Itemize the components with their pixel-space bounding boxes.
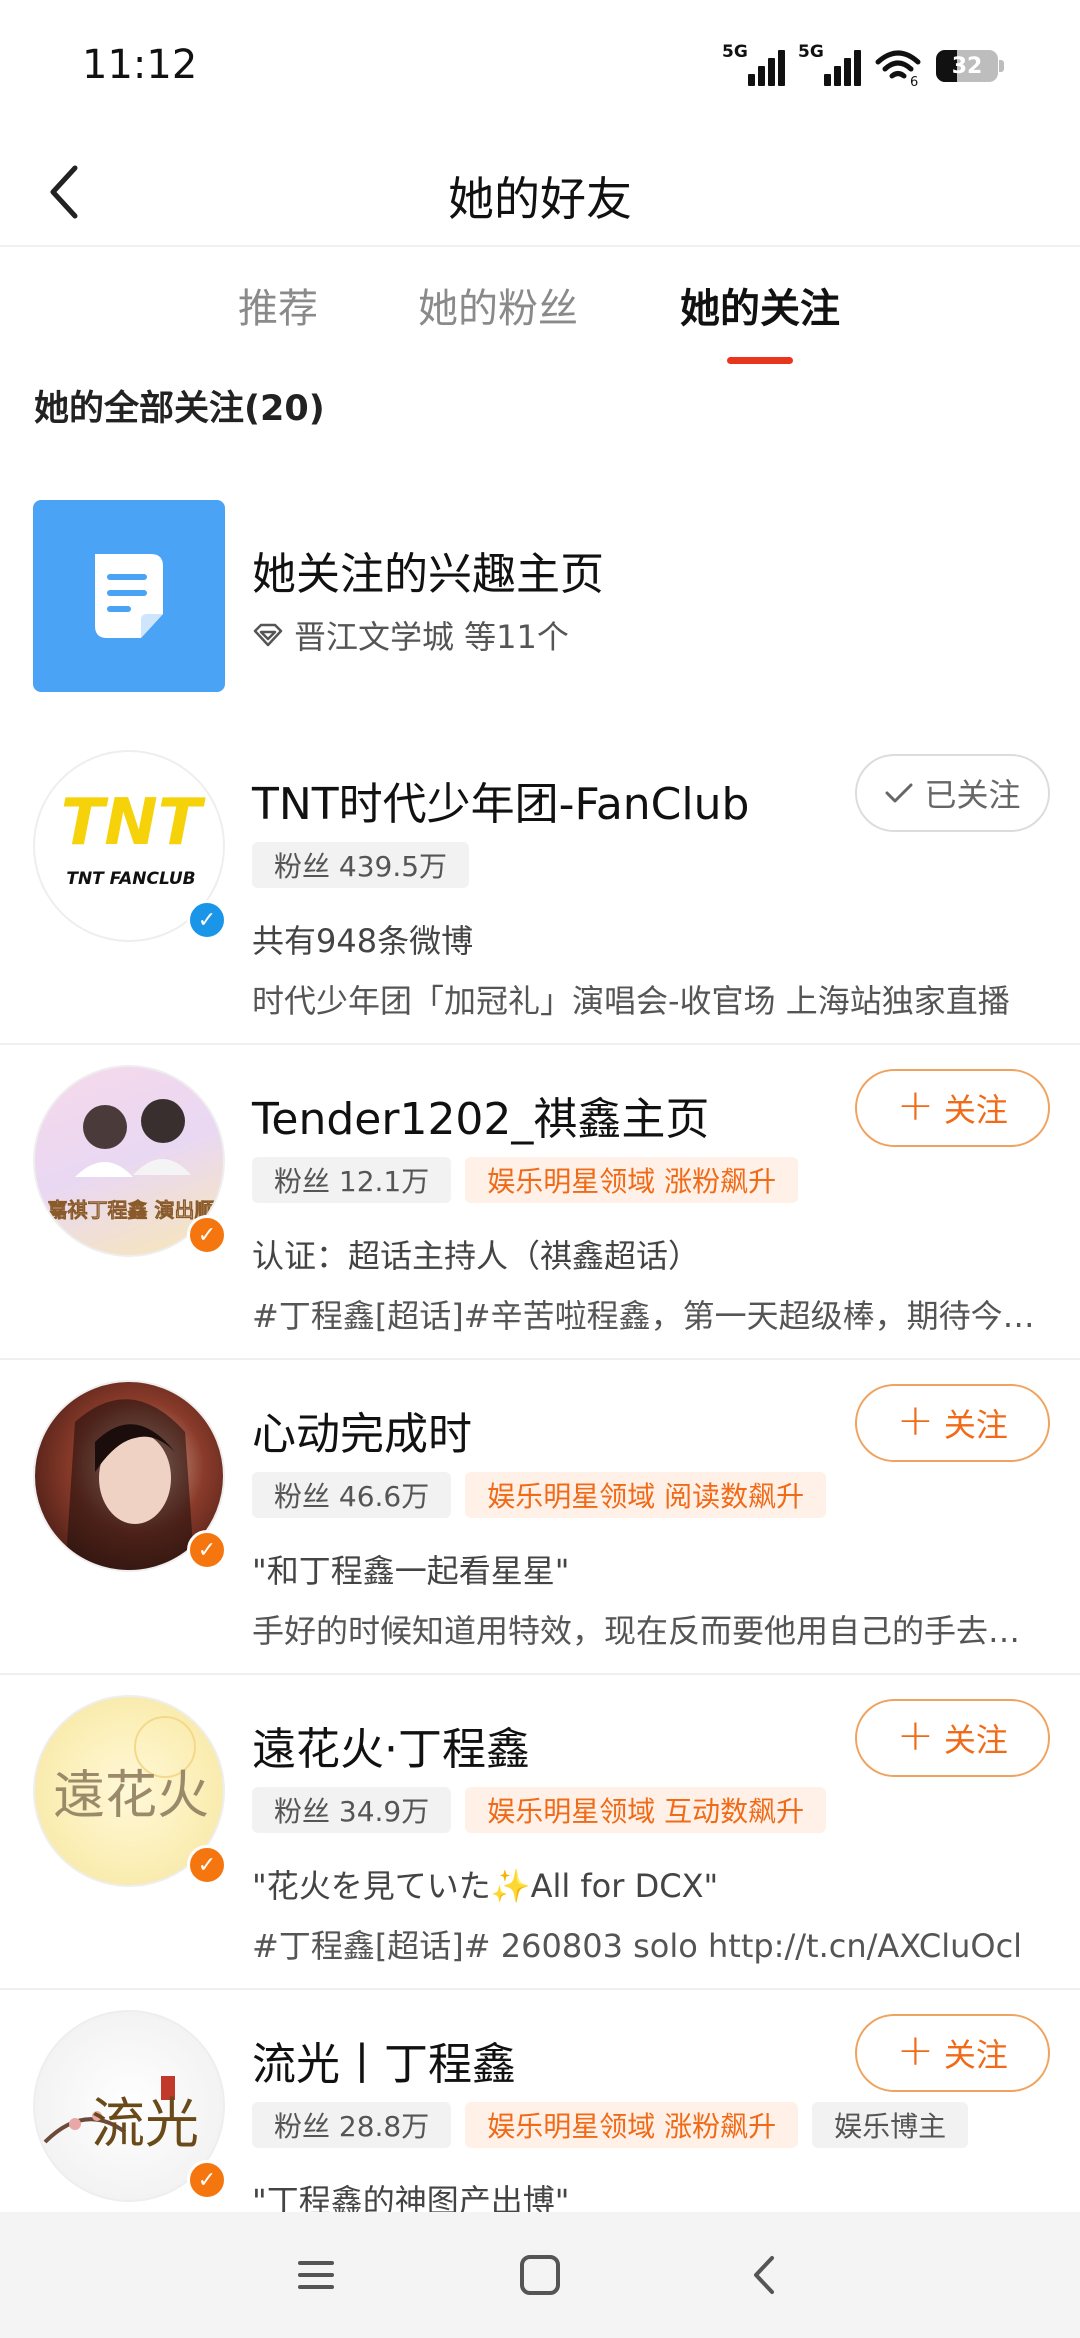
trend-tag: 娱乐明星领域 涨粉飙升 — [465, 2102, 799, 2148]
user-name[interactable]: 心动完成时 — [252, 1398, 472, 1462]
avatar-caption: 流光 — [91, 2092, 199, 2155]
interest-cover — [33, 500, 225, 692]
tab-recommend[interactable]: 推荐 — [238, 276, 318, 334]
tab-bar: 推荐 她的粉丝 她的关注 — [0, 250, 1080, 364]
user-latest-post: #丁程鑫[超话]# 260803 solo http://t.cn/AXCluO… — [252, 1927, 1023, 1965]
plus-icon: + — [897, 1710, 934, 1761]
followers-tag: 粉丝 28.8万 — [252, 2102, 452, 2148]
user-row[interactable]: 马嘉祺丁程鑫 演出顺利 ✓ Tender1202_祺鑫主页 粉丝 12.1万 娱… — [0, 1045, 1080, 1360]
follow-button[interactable]: + 关注 — [855, 1069, 1050, 1147]
interest-subtitle-text: 晋江文学城 等11个 — [294, 618, 569, 656]
follow-button[interactable]: + 关注 — [855, 1699, 1050, 1777]
interest-pages-row[interactable]: 她关注的兴趣主页 晋江文学城 等11个 — [0, 500, 1080, 700]
section-title: 她的全部关注(20) — [34, 389, 325, 429]
plus-icon: + — [897, 1395, 934, 1446]
interest-title: 她关注的兴趣主页 — [252, 549, 604, 600]
wifi-icon: 6 — [874, 46, 922, 90]
status-bar: 11:12 5G 5G 6 32 — [0, 0, 1080, 135]
clock: 11:12 — [82, 42, 198, 88]
menu-button[interactable] — [283, 2242, 349, 2308]
user-name[interactable]: 流光丨丁程鑫 — [252, 2028, 516, 2092]
verified-badge: ✓ — [187, 1215, 227, 1255]
interest-subtitle: 晋江文学城 等11个 — [252, 612, 569, 658]
back-nav-button[interactable] — [731, 2242, 797, 2308]
verified-badge: ✓ — [187, 900, 227, 940]
plus-icon: + — [897, 1080, 934, 1131]
user-latest-post: 手好的时候知道用特效，现在反而要他用自己的手去比划 — [252, 1612, 1042, 1650]
user-name[interactable]: TNT时代少年团-FanClub — [252, 768, 749, 832]
page-title: 她的好友 — [448, 172, 632, 226]
trend-tag: 娱乐明星领域 阅读数飙升 — [465, 1472, 827, 1518]
user-tags: 粉丝 28.8万 娱乐明星领域 涨粉飙升 娱乐博主 — [252, 2102, 969, 2148]
verified-badge: ✓ — [187, 1530, 227, 1570]
trend-tag: 娱乐明星领域 涨粉飙升 — [465, 1157, 799, 1203]
user-latest-post: #丁程鑫[超话]#辛苦啦程鑫，第一天超级棒，期待今天的演出 — [252, 1297, 1042, 1335]
wifi-label: 6 — [910, 75, 918, 86]
system-nav-bar — [0, 2212, 1080, 2338]
follow-button-label: 关注 — [943, 1721, 1008, 1759]
user-info: 共有948条微博 — [252, 922, 474, 960]
user-tags: 粉丝 46.6万 娱乐明星领域 阅读数飙升 — [252, 1472, 827, 1518]
home-square-icon — [520, 2255, 560, 2295]
tab-followers[interactable]: 她的粉丝 — [418, 276, 578, 334]
verified-badge: ✓ — [187, 2160, 227, 2200]
followers-tag: 粉丝 46.6万 — [252, 1472, 452, 1518]
tab-active-indicator — [727, 357, 793, 364]
user-tags: 粉丝 12.1万 娱乐明星领域 涨粉飙升 — [252, 1157, 799, 1203]
home-button[interactable] — [507, 2242, 573, 2308]
signal-icon-2: 5G — [798, 42, 861, 86]
user-row[interactable]: TNT TNT FANCLUB ✓ TNT时代少年团-FanClub 粉丝 43… — [0, 730, 1080, 1045]
diamond-icon — [253, 623, 283, 647]
signal-label-2: 5G — [798, 42, 824, 62]
back-triangle-icon — [754, 2256, 774, 2294]
followers-tag: 粉丝 34.9万 — [252, 1787, 452, 1833]
user-row[interactable]: 遠花火 ✓ 遠花火·丁程鑫 粉丝 34.9万 娱乐明星领域 互动数飙升 "花火を… — [0, 1675, 1080, 1990]
user-name[interactable]: Tender1202_祺鑫主页 — [252, 1083, 709, 1147]
plus-icon: + — [897, 2025, 934, 2076]
user-bio: "和丁程鑫一起看星星" — [252, 1552, 570, 1590]
battery-icon: 32 — [936, 50, 1004, 82]
signal-icon: 5G — [722, 42, 785, 86]
document-icon — [95, 554, 163, 638]
tab-following-label: 她的关注 — [680, 286, 840, 332]
trend-tag: 娱乐明星领域 互动数飙升 — [465, 1787, 827, 1833]
check-icon — [885, 783, 913, 803]
verified-badge: ✓ — [187, 1845, 227, 1885]
user-bio: "花火を見ていた✨All for DCX" — [252, 1867, 719, 1905]
followed-button-label: 已关注 — [924, 776, 1021, 814]
menu-icon — [298, 2261, 334, 2289]
signal-label: 5G — [722, 42, 748, 62]
svg-text:TNT: TNT — [61, 786, 206, 860]
header: 她的好友 — [0, 135, 1080, 247]
follow-button-label: 关注 — [943, 1091, 1008, 1129]
follow-button-label: 关注 — [943, 2036, 1008, 2074]
user-tags: 粉丝 34.9万 娱乐明星领域 互动数飙升 — [252, 1787, 827, 1833]
user-tags: 粉丝 439.5万 — [252, 842, 470, 888]
user-row[interactable]: ✓ 心动完成时 粉丝 46.6万 娱乐明星领域 阅读数飙升 "和丁程鑫一起看星星… — [0, 1360, 1080, 1675]
followed-button[interactable]: 已关注 — [855, 754, 1050, 832]
follow-button[interactable]: + 关注 — [855, 1384, 1050, 1462]
tab-following[interactable]: 她的关注 — [680, 276, 840, 364]
followers-tag: 粉丝 439.5万 — [252, 842, 470, 888]
user-latest-post: 时代少年团「加冠礼」演唱会-收官场 上海站独家直播 — [252, 982, 1010, 1020]
avatar-logo-text: TNT FANCLUB — [66, 869, 195, 889]
follow-button[interactable]: + 关注 — [855, 2014, 1050, 2092]
category-tag: 娱乐博主 — [812, 2102, 969, 2148]
status-icons: 5G 5G 6 32 — [722, 42, 1004, 90]
followers-tag: 粉丝 12.1万 — [252, 1157, 452, 1203]
avatar-caption: 遠花火 — [53, 1766, 209, 1826]
user-info: 认证：超话主持人（祺鑫超话） — [252, 1237, 701, 1275]
user-name[interactable]: 遠花火·丁程鑫 — [252, 1713, 530, 1777]
battery-level: 32 — [951, 53, 983, 79]
follow-button-label: 关注 — [943, 1406, 1008, 1444]
